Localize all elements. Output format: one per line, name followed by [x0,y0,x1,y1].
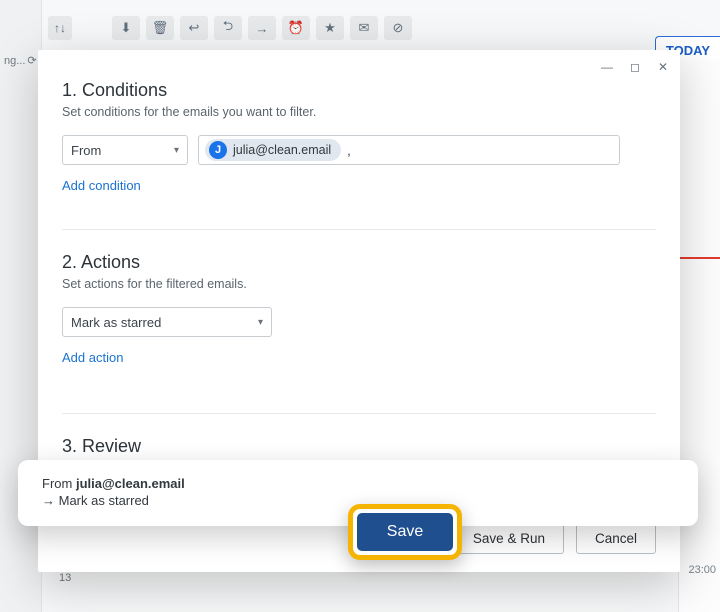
condition-field-select[interactable]: From ▾ [62,135,188,165]
action-select-label: Mark as starred [71,315,161,330]
block-icon[interactable]: ⊘ [384,16,412,40]
conditions-title: 1. Conditions [62,80,656,101]
dialog-footer: Save & Run Cancel [454,522,656,554]
sort-button[interactable]: ↑↓ [48,16,72,40]
review-title: 3. Review [62,436,656,457]
actions-subtitle: Set actions for the filtered emails. [62,277,656,291]
now-indicator [680,257,720,259]
condition-value-input[interactable]: J julia@clean.email , [198,135,620,165]
clock-icon[interactable]: ⏰ [282,16,310,40]
close-icon[interactable]: ✕ [654,58,672,76]
action-select[interactable]: Mark as starred ▾ [62,307,272,337]
window-controls: — ◻ ✕ [598,58,672,76]
reply-all-icon[interactable]: ⮌ [214,16,242,40]
add-condition-link[interactable]: Add condition [62,178,141,193]
actions-title: 2. Actions [62,252,656,273]
star-icon[interactable]: ★ [316,16,344,40]
condition-field-label: From [71,143,101,158]
divider [62,229,656,230]
minimize-icon[interactable]: — [598,58,616,76]
divider [62,413,656,414]
maximize-icon[interactable]: ◻ [626,58,644,76]
sync-status: ng...⟳ [4,54,37,67]
avatar: J [209,141,227,159]
review-line-1: From julia@clean.email [42,476,674,491]
add-action-link[interactable]: Add action [62,350,123,365]
email-chip[interactable]: J julia@clean.email [205,139,341,161]
refresh-icon: ⟳ [27,54,36,67]
calendar-sidebar [678,60,720,612]
condition-row: From ▾ J julia@clean.email , [62,135,656,165]
chip-email: julia@clean.email [233,143,331,157]
forward-icon[interactable]: → [248,16,276,40]
save-button-highlight: Save [348,504,462,560]
conditions-subtitle: Set conditions for the emails you want t… [62,105,656,119]
date-label: 13 [59,572,71,584]
chip-separator: , [347,143,351,158]
mail-icon[interactable]: ✉ [350,16,378,40]
cancel-button[interactable]: Cancel [576,522,656,554]
download-icon[interactable]: ⬇ [112,16,140,40]
trash-icon[interactable]: 🗑 [146,16,174,40]
reply-icon[interactable]: ↩ [180,16,208,40]
save-run-button[interactable]: Save & Run [454,522,564,554]
chevron-down-icon: ▾ [174,145,179,156]
save-button[interactable]: Save [357,513,453,551]
chevron-down-icon: ▾ [258,317,263,328]
time-label: 23:00 [688,564,716,576]
message-toolbar: ⬇ 🗑 ↩ ⮌ → ⏰ ★ ✉ ⊘ [112,16,412,40]
